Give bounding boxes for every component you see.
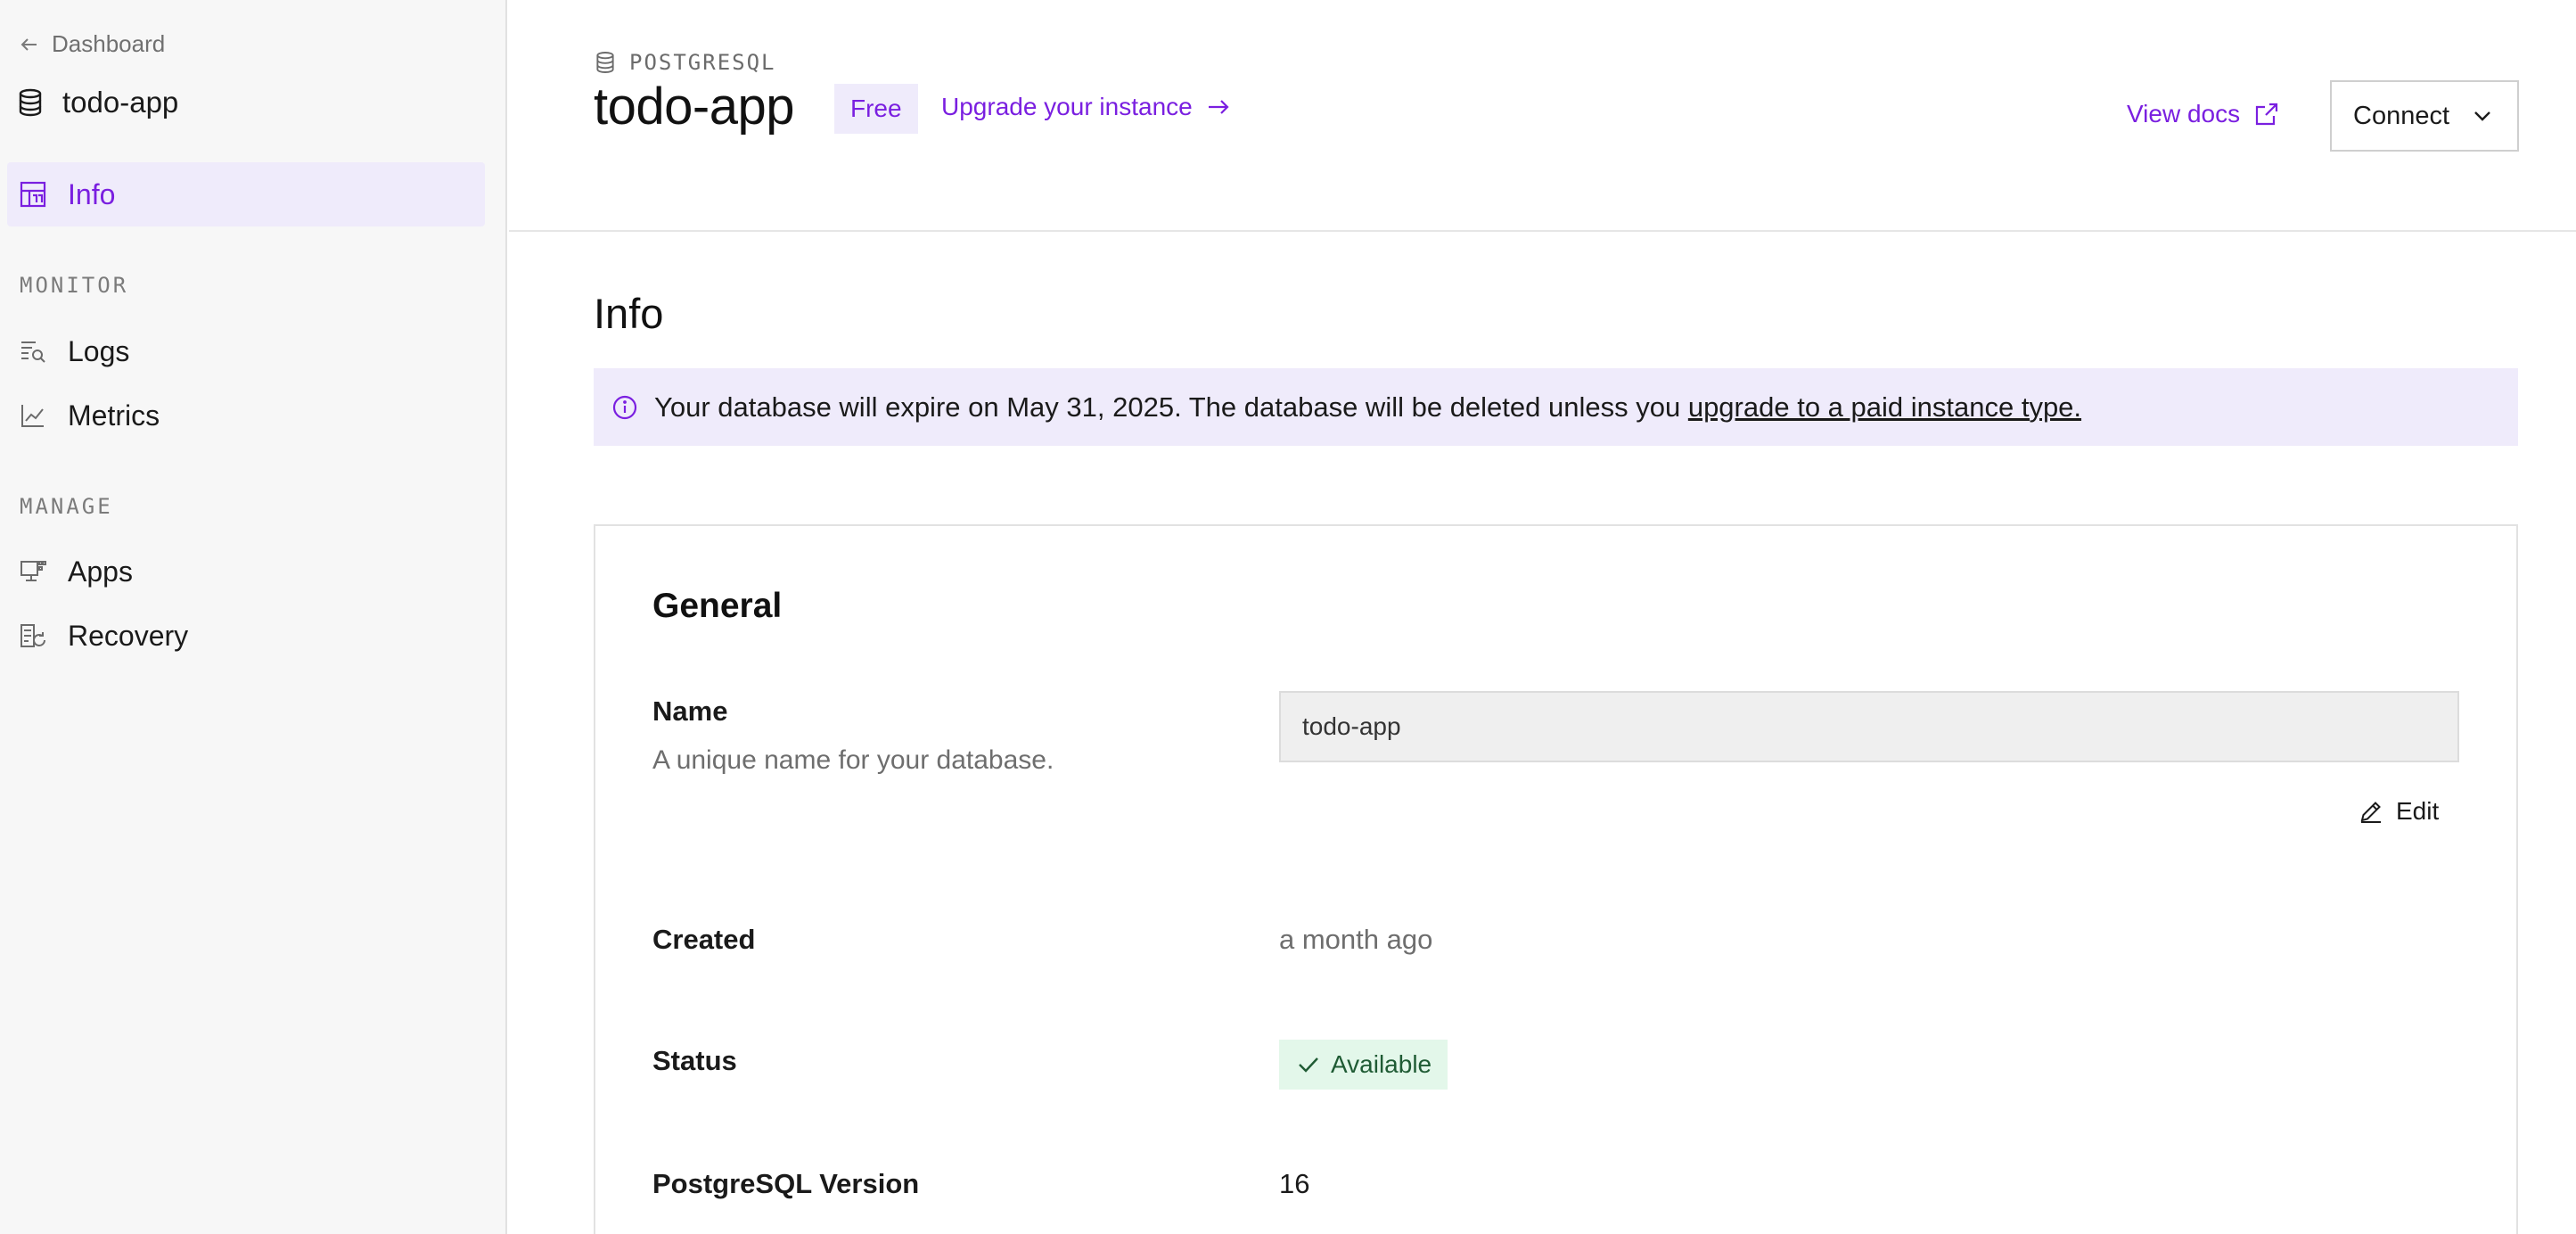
info-grid-icon	[20, 181, 46, 208]
sidebar-item-label: Logs	[68, 334, 130, 367]
connect-button[interactable]: Connect	[2330, 80, 2519, 152]
sidebar-item-label: Apps	[68, 555, 133, 588]
card-title: General	[652, 587, 783, 625]
logs-search-icon	[20, 338, 46, 365]
chevron-down-icon	[2473, 110, 2492, 122]
database-type-text: POSTGRESQL	[629, 50, 776, 75]
name-label: Name	[652, 695, 728, 727]
database-title: todo-app	[18, 86, 178, 119]
sidebar-item-metrics[interactable]: Metrics	[7, 383, 485, 448]
status-badge: Available	[1279, 1040, 1448, 1090]
section-heading-info: Info	[594, 290, 664, 337]
connect-label: Connect	[2353, 101, 2450, 130]
docs-link-label: View docs	[2127, 100, 2241, 128]
pencil-icon	[2359, 799, 2383, 824]
arrow-left-icon	[20, 35, 39, 54]
upgrade-instance-link[interactable]: Upgrade your instance	[941, 93, 1230, 121]
database-type-label: POSTGRESQL	[595, 50, 776, 75]
edit-name-button[interactable]: Edit	[2359, 797, 2439, 826]
back-to-dashboard-link[interactable]: Dashboard	[20, 30, 165, 58]
alert-message: Your database will expire on May 31, 202…	[654, 391, 2081, 424]
sidebar-item-info[interactable]: Info	[7, 162, 485, 226]
expiry-alert: Your database will expire on May 31, 202…	[594, 368, 2518, 446]
sidebar: Dashboard todo-app Info MONITOR Logs Met…	[0, 0, 507, 1234]
check-icon	[1297, 1055, 1320, 1074]
status-label: Status	[652, 1045, 737, 1076]
sidebar-item-logs[interactable]: Logs	[7, 319, 485, 383]
edit-label: Edit	[2396, 797, 2440, 825]
view-docs-link[interactable]: View docs	[2127, 100, 2279, 128]
database-icon	[595, 51, 615, 74]
recovery-icon	[20, 622, 46, 649]
section-label-manage: MANAGE	[20, 494, 113, 519]
database-icon	[18, 88, 43, 117]
upgrade-link-label: Upgrade your instance	[941, 93, 1193, 120]
created-value: a month ago	[1279, 924, 1433, 955]
sidebar-item-recovery[interactable]: Recovery	[7, 604, 485, 668]
section-label-monitor: MONITOR	[20, 273, 129, 298]
back-label: Dashboard	[52, 30, 166, 57]
sidebar-item-label: Metrics	[68, 399, 160, 432]
external-link-icon	[2254, 102, 2279, 127]
general-card: General Name A unique name for your data…	[594, 524, 2518, 1234]
status-text: Available	[1331, 1050, 1432, 1078]
page-header: POSTGRESQL todo-app Free Upgrade your in…	[509, 0, 2576, 232]
name-field[interactable]: todo-app	[1279, 691, 2459, 762]
name-description: A unique name for your database.	[652, 745, 1054, 775]
version-value: 16	[1279, 1168, 1310, 1199]
page-title: todo-app	[594, 78, 794, 136]
database-name: todo-app	[62, 86, 179, 119]
sidebar-item-label: Recovery	[68, 619, 189, 652]
arrow-right-icon	[1207, 97, 1230, 117]
line-chart-icon	[20, 402, 46, 429]
upgrade-paid-link[interactable]: upgrade to a paid instance type.	[1688, 391, 2081, 423]
created-label: Created	[652, 924, 756, 955]
sidebar-item-label: Info	[68, 177, 116, 210]
monitor-apps-icon	[20, 558, 46, 585]
info-circle-icon	[611, 394, 638, 421]
sidebar-item-apps[interactable]: Apps	[7, 539, 485, 604]
alert-text: Your database will expire on May 31, 202…	[654, 391, 1688, 423]
version-label: PostgreSQL Version	[652, 1168, 920, 1199]
plan-badge: Free	[834, 84, 918, 134]
